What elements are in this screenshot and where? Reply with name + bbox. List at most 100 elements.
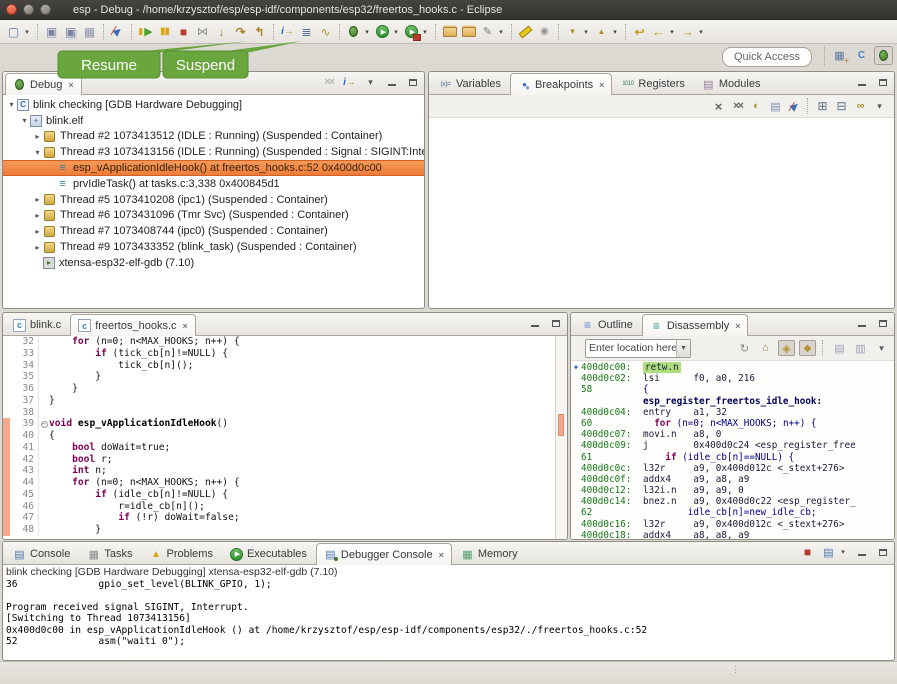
cpp-perspective-icon[interactable] xyxy=(852,46,871,65)
location-input[interactable]: Enter location here xyxy=(586,342,676,354)
resume-icon[interactable] xyxy=(136,22,155,41)
previous-annotation-icon[interactable] xyxy=(592,22,611,41)
highlighter-icon[interactable] xyxy=(516,22,535,41)
terminate-icon[interactable] xyxy=(799,544,816,560)
quick-access-button[interactable]: Quick Access xyxy=(722,47,812,67)
tab-outline[interactable]: Outline xyxy=(573,314,641,335)
close-icon[interactable]: × xyxy=(183,321,188,331)
debug-tree-item[interactable]: esp_vApplicationIdleHook() at freertos_h… xyxy=(3,160,424,176)
save-all-icon[interactable] xyxy=(61,22,80,41)
fold-marker-icon[interactable]: − xyxy=(41,421,48,428)
display-console-icon[interactable] xyxy=(820,544,837,560)
external-tools-icon[interactable] xyxy=(402,22,421,41)
location-combo[interactable]: Enter location here ▼ xyxy=(585,339,691,358)
window-close-button[interactable] xyxy=(6,4,17,15)
location-dropdown-button[interactable]: ▼ xyxy=(676,340,690,357)
expander-icon[interactable]: ▾ xyxy=(32,148,43,157)
debug-tree-item[interactable]: ▸Thread #7 1073408744 (ipc0) (Suspended … xyxy=(3,223,424,239)
open-resource-icon[interactable] xyxy=(459,22,478,41)
link-with-debug-icon[interactable] xyxy=(852,98,869,114)
debug-tree-item[interactable]: ▸Thread #6 1073431096 (Tmr Svc) (Suspend… xyxy=(3,208,424,224)
skip-all-breakpoints-icon[interactable] xyxy=(786,98,803,114)
tab-tasks[interactable]: Tasks xyxy=(79,543,140,564)
expander-icon[interactable]: ▸ xyxy=(32,132,43,141)
instruction-stepping-icon[interactable] xyxy=(278,22,297,41)
tab-disassembly[interactable]: Disassembly× xyxy=(642,314,749,336)
dropdown-arrow-icon[interactable]: ▾ xyxy=(497,28,505,36)
step-return-icon[interactable] xyxy=(250,22,269,41)
minimize-icon[interactable] xyxy=(526,315,543,331)
forward-icon[interactable] xyxy=(678,22,697,41)
skip-all-breakpoints-icon[interactable] xyxy=(108,22,127,41)
debug-tree-item[interactable]: ▾Thread #3 1073413156 (IDLE : Running) (… xyxy=(3,144,424,160)
tab-debugger-console[interactable]: Debugger Console× xyxy=(316,543,452,565)
show-stackframes-icon[interactable] xyxy=(297,22,316,41)
new-view-icon[interactable] xyxy=(831,340,848,356)
close-icon[interactable]: × xyxy=(599,80,604,90)
new-wizard-icon[interactable] xyxy=(4,22,23,41)
open-perspective-icon[interactable] xyxy=(830,46,849,65)
dropdown-arrow-icon[interactable]: ▾ xyxy=(23,28,31,36)
goto-file-for-breakpoint-icon[interactable] xyxy=(767,98,784,114)
step-into-icon[interactable] xyxy=(212,22,231,41)
debug-tree-item[interactable]: ▸Thread #5 1073410208 (ipc1) (Suspended … xyxy=(3,192,424,208)
debug-perspective-icon[interactable] xyxy=(874,46,893,65)
maximize-icon[interactable] xyxy=(404,74,421,90)
suspend-icon[interactable] xyxy=(155,22,174,41)
debug-tree-item[interactable]: ▸Thread #2 1073413512 (IDLE : Running) (… xyxy=(3,129,424,145)
debug-tree-item[interactable]: ▾blink.elf xyxy=(3,113,424,129)
tab-problems[interactable]: Problems xyxy=(141,543,220,564)
debug-tree-item[interactable]: xtensa-esp32-elf-gdb (7.10) xyxy=(3,255,424,271)
tab-breakpoints[interactable]: Breakpoints× xyxy=(510,73,612,95)
dropdown-arrow-icon[interactable]: ▾ xyxy=(611,28,619,36)
open-element-icon[interactable] xyxy=(440,22,459,41)
close-icon[interactable]: × xyxy=(68,80,73,90)
expander-icon[interactable]: ▾ xyxy=(6,100,17,109)
tab-debug[interactable]: Debug× xyxy=(5,73,82,95)
terminate-icon[interactable] xyxy=(174,22,193,41)
expander-icon[interactable]: ▸ xyxy=(32,195,43,204)
last-edit-location-icon[interactable] xyxy=(630,22,649,41)
window-minimize-button[interactable] xyxy=(23,4,34,15)
debug-tree-item[interactable]: prvIdleTask() at tasks.c:3,338 0x400845d… xyxy=(3,176,424,192)
view-menu-icon[interactable] xyxy=(871,98,888,114)
sync-selection-icon[interactable] xyxy=(799,340,816,356)
editor-content[interactable]: 32 for (n=0; n<MAX_HOOKS; n++) {33 if (t… xyxy=(3,336,567,536)
mark-occurrences-icon[interactable] xyxy=(535,22,554,41)
disassembly-content[interactable]: ◆400d0c00:retw.n400d0c02:lsi f0, a0, 216… xyxy=(571,361,894,540)
minimize-icon[interactable] xyxy=(853,74,870,90)
launch-icon[interactable] xyxy=(478,22,497,41)
maximize-icon[interactable] xyxy=(874,544,891,560)
tab-registers[interactable]: Registers xyxy=(613,73,692,94)
collapse-all-icon[interactable] xyxy=(833,98,850,114)
expander-icon[interactable]: ▸ xyxy=(32,227,43,236)
expander-icon[interactable]: ▸ xyxy=(32,211,43,220)
remove-all-terminated-icon[interactable] xyxy=(320,74,337,90)
track-expression-icon[interactable] xyxy=(778,340,795,356)
sash-grip[interactable]: ⋮ xyxy=(731,664,741,675)
run-icon[interactable] xyxy=(373,22,392,41)
disconnect-icon[interactable] xyxy=(193,22,212,41)
tab-freertos-hooks-c[interactable]: freertos_hooks.c× xyxy=(70,314,196,336)
save-as-icon[interactable] xyxy=(80,22,99,41)
dropdown-arrow-icon[interactable]: ▾ xyxy=(668,28,676,36)
window-maximize-button[interactable] xyxy=(40,4,51,15)
tab-modules[interactable]: Modules xyxy=(694,73,769,94)
view-menu-icon[interactable] xyxy=(873,340,890,356)
tab-console[interactable]: Console xyxy=(5,543,78,564)
tab-blink-c[interactable]: blink.c xyxy=(5,314,69,335)
dropdown-arrow-icon[interactable]: ▾ xyxy=(421,28,429,36)
save-icon[interactable] xyxy=(42,22,61,41)
open-new-view-icon[interactable] xyxy=(852,340,869,356)
next-annotation-icon[interactable] xyxy=(563,22,582,41)
refresh-icon[interactable] xyxy=(736,340,753,356)
dropdown-arrow-icon[interactable]: ▾ xyxy=(392,28,400,36)
back-icon[interactable] xyxy=(649,22,668,41)
dropdown-arrow-icon[interactable]: ▾ xyxy=(839,548,847,556)
minimize-icon[interactable] xyxy=(383,74,400,90)
minimize-icon[interactable] xyxy=(853,544,870,560)
maximize-icon[interactable] xyxy=(547,315,564,331)
debug-icon[interactable] xyxy=(344,22,363,41)
dropdown-arrow-icon[interactable]: ▾ xyxy=(582,28,590,36)
maximize-icon[interactable] xyxy=(874,74,891,90)
